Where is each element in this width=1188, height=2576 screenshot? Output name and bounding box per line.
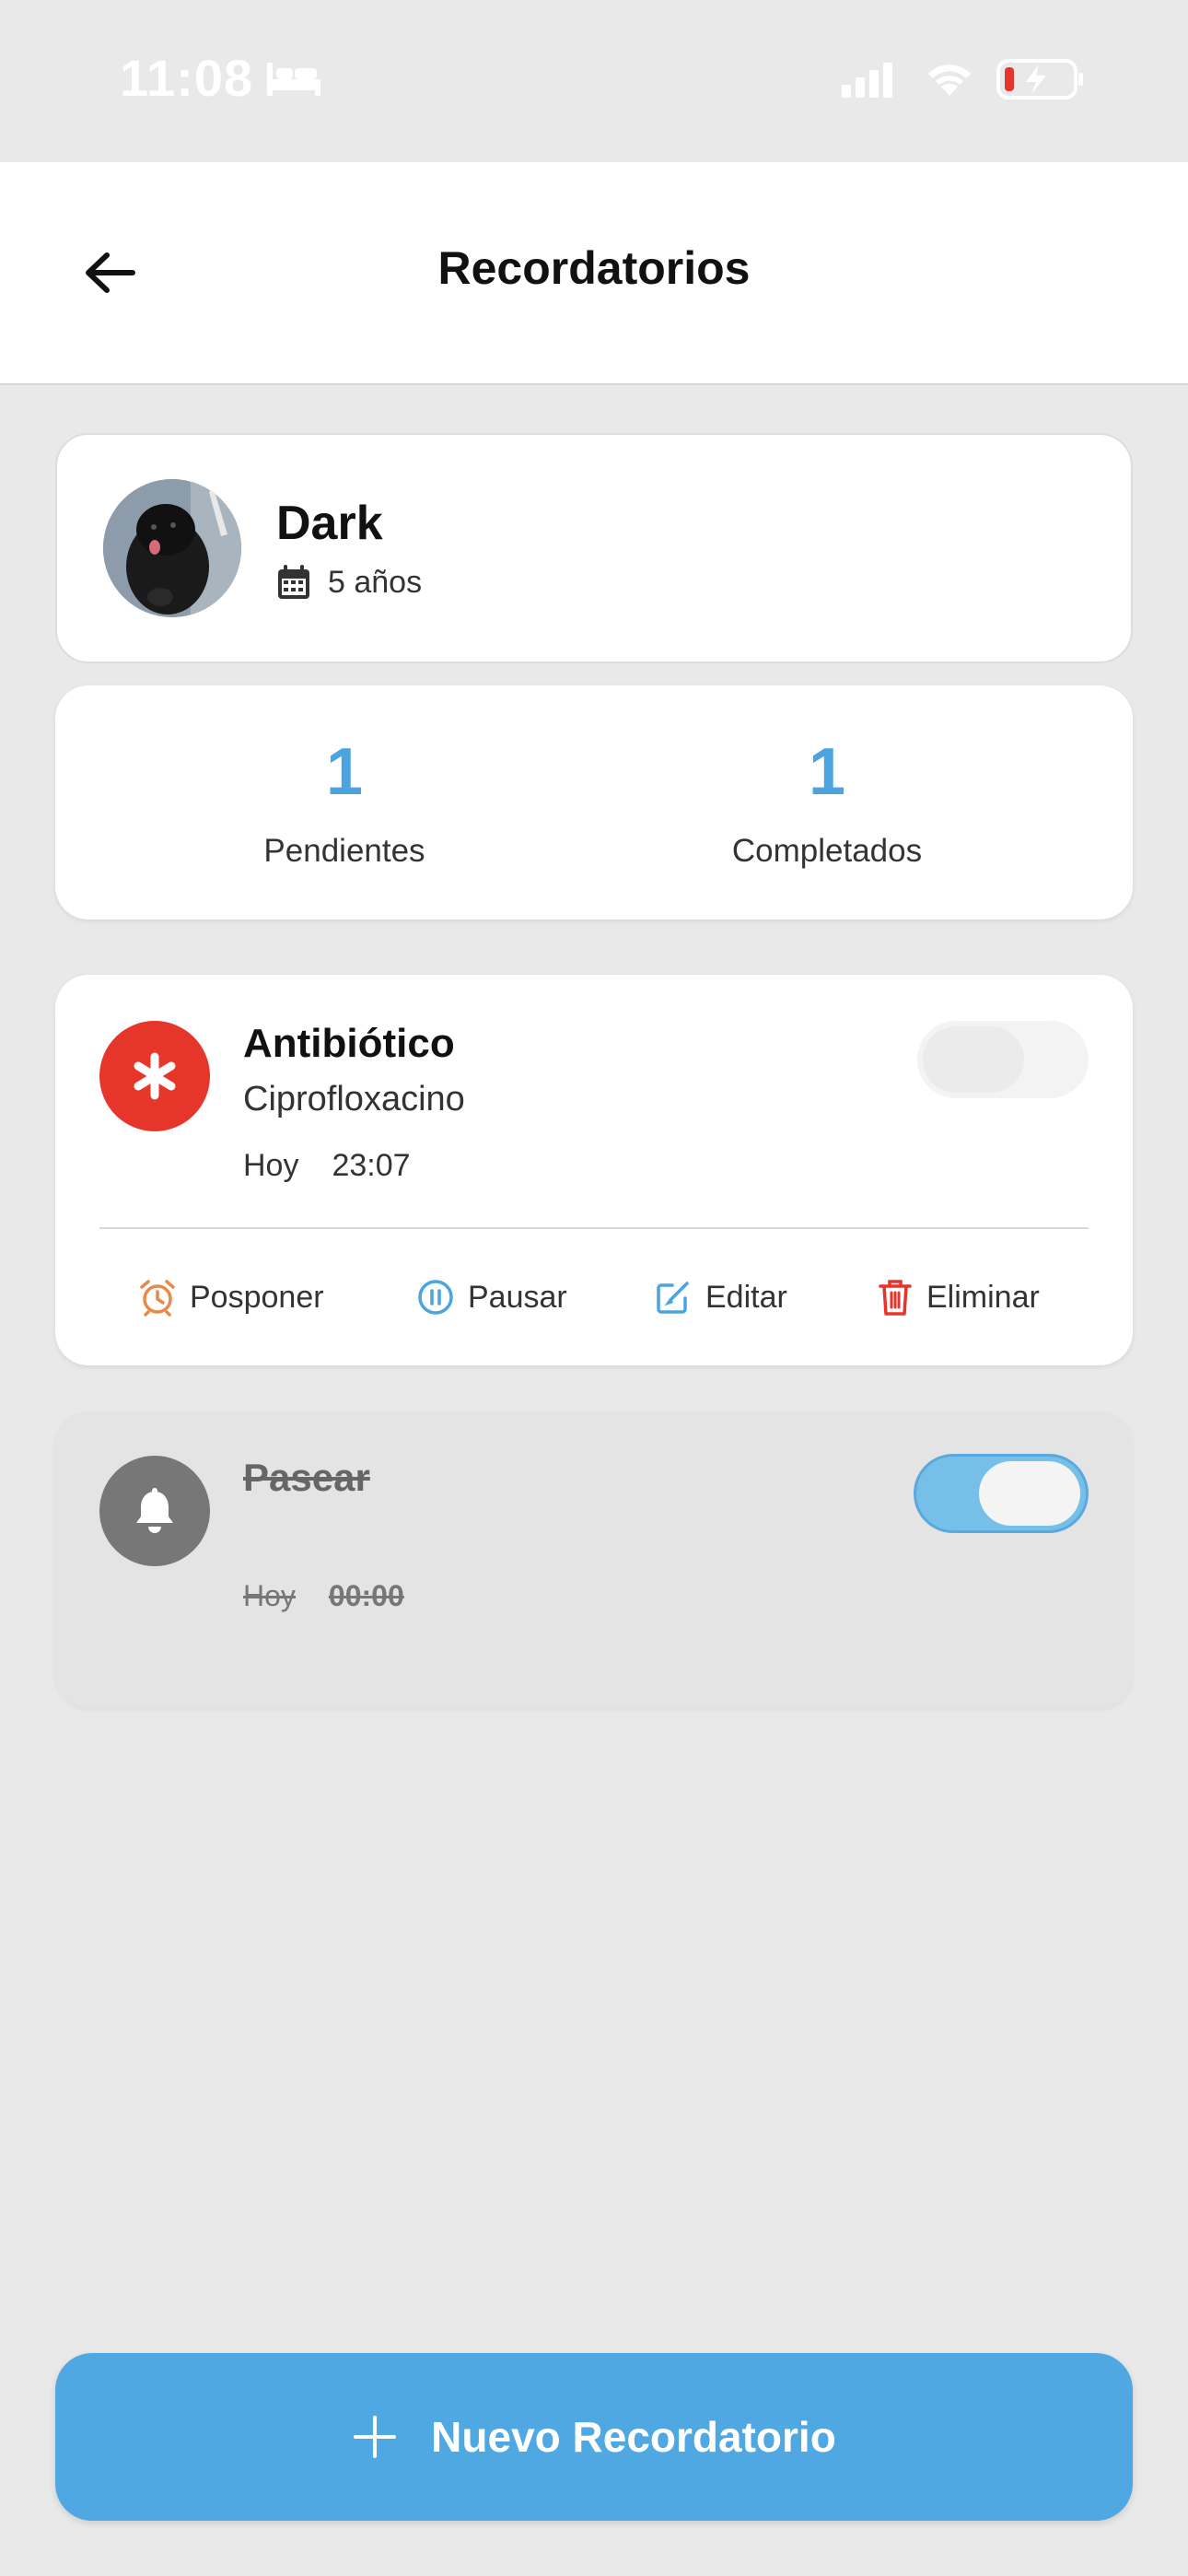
reminder-schedule: Hoy 00:00 <box>243 1579 404 1613</box>
plus-icon <box>354 2416 397 2458</box>
reminder-subtitle: Ciprofloxacino <box>243 1080 465 1118</box>
wifi-icon <box>923 57 976 104</box>
pet-age: 5 años <box>328 564 423 600</box>
pet-name: Dark <box>276 497 383 550</box>
battery-icon <box>996 57 1085 106</box>
delete-label: Eliminar <box>926 1279 1040 1315</box>
app-header: Recordatorios <box>0 162 1188 385</box>
pending-label: Pendientes <box>263 833 425 869</box>
reminder-time: 23:07 <box>332 1148 411 1183</box>
reminder-toggle[interactable] <box>914 1454 1089 1533</box>
postpone-label: Posponer <box>190 1279 324 1315</box>
pending-count: 1 <box>325 735 364 809</box>
reminder-day: Hoy <box>243 1579 296 1612</box>
divider <box>99 1227 1089 1229</box>
pause-label: Pausar <box>468 1279 567 1315</box>
edit-button[interactable]: Editar <box>654 1242 787 1352</box>
pet-age-row: 5 años <box>276 564 422 601</box>
page-title: Recordatorios <box>437 242 751 294</box>
trash-icon <box>879 1280 912 1316</box>
status-time: 11:08 <box>120 49 254 107</box>
stats-card: 1 Pendientes 1 Completados <box>55 685 1133 919</box>
cellular-signal-icon <box>840 61 897 104</box>
reminder-day: Hoy <box>243 1148 299 1183</box>
completed-label: Completados <box>731 833 923 869</box>
stat-pending[interactable]: 1 Pendientes <box>151 739 538 870</box>
bed-icon <box>265 59 322 102</box>
status-bar: 11:08 <box>0 0 1188 162</box>
toggle-knob <box>923 1026 1024 1093</box>
reminder-category-icon <box>99 1456 210 1566</box>
asterisk-icon <box>134 1052 176 1100</box>
new-reminder-label: Nuevo Recordatorio <box>431 2413 836 2461</box>
stat-completed[interactable]: 1 Completados <box>634 739 1020 870</box>
pet-avatar <box>103 479 241 617</box>
pause-icon <box>418 1280 453 1315</box>
reminder-title: Pasear <box>243 1456 370 1499</box>
reminder-title: Antibiótico <box>243 1021 455 1066</box>
reminder-time: 00:00 <box>328 1579 404 1612</box>
pause-button[interactable]: Pausar <box>416 1242 567 1352</box>
delete-button[interactable]: Eliminar <box>877 1242 1040 1352</box>
alarm-clock-icon <box>140 1280 175 1317</box>
edit-icon <box>657 1282 689 1314</box>
toggle-knob <box>979 1461 1080 1526</box>
bell-icon <box>136 1488 173 1533</box>
reminder-schedule: Hoy 23:07 <box>243 1148 411 1184</box>
completed-reminder-card[interactable]: Pasear Hoy 00:00 <box>55 1411 1133 1708</box>
edit-label: Editar <box>705 1279 787 1315</box>
pet-card[interactable]: Dark 5 años <box>55 433 1133 663</box>
reminder-category-icon <box>99 1021 210 1131</box>
completed-count: 1 <box>808 735 846 809</box>
reminder-toggle[interactable] <box>917 1021 1089 1098</box>
postpone-button[interactable]: Posponer <box>138 1242 324 1352</box>
calendar-icon <box>278 565 309 599</box>
reminder-card[interactable]: Antibiótico Ciprofloxacino Hoy 23:07 Pos… <box>55 975 1133 1365</box>
reminder-actions: Posponer Pausar Editar Eliminar <box>55 1242 1133 1352</box>
new-reminder-button[interactable]: Nuevo Recordatorio <box>55 2353 1133 2521</box>
